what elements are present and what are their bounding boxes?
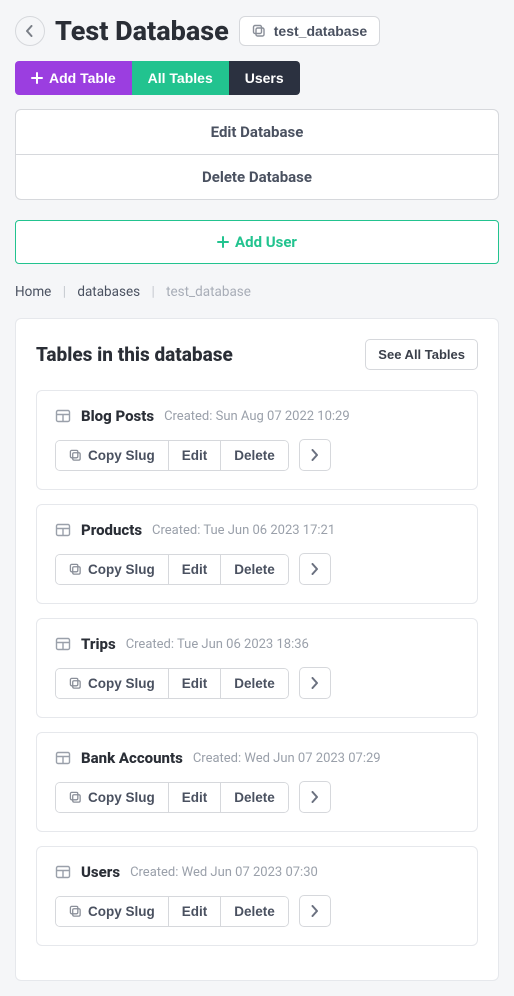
- chevron-left-icon: [25, 25, 35, 37]
- table-button-group: Copy Slug Edit Delete: [55, 440, 289, 471]
- tab-all-tables[interactable]: All Tables: [132, 61, 229, 95]
- delete-database-button[interactable]: Delete Database: [16, 155, 498, 199]
- edit-table-button[interactable]: Edit: [169, 669, 222, 698]
- table-created: Created: Tue Jun 06 2023 18:36: [126, 637, 309, 652]
- edit-label: Edit: [182, 448, 208, 463]
- table-name: Products: [81, 521, 142, 539]
- table-row: Trips Created: Tue Jun 06 2023 18:36 Cop…: [36, 618, 478, 718]
- copy-icon: [252, 24, 266, 38]
- tables-section-title: Tables in this database: [36, 343, 233, 366]
- table-icon: [55, 408, 71, 424]
- delete-table-button[interactable]: Delete: [221, 669, 288, 698]
- edit-label: Edit: [182, 790, 208, 805]
- open-table-button[interactable]: [299, 667, 331, 699]
- delete-label: Delete: [234, 562, 275, 577]
- tab-all-tables-label: All Tables: [148, 70, 213, 86]
- edit-database-button[interactable]: Edit Database: [16, 110, 498, 155]
- copy-slug-label: Copy Slug: [88, 676, 155, 691]
- edit-table-button[interactable]: Edit: [169, 555, 222, 584]
- chevron-right-icon: [311, 791, 319, 803]
- breadcrumb-home[interactable]: Home: [15, 284, 51, 300]
- plus-icon: [31, 72, 43, 84]
- table-created: Created: Wed Jun 07 2023 07:29: [193, 751, 381, 766]
- copy-slug-button[interactable]: Copy Slug: [56, 555, 169, 584]
- breadcrumb: Home | databases | test_database: [15, 284, 499, 300]
- delete-table-button[interactable]: Delete: [221, 783, 288, 812]
- database-slug-label: test_database: [274, 23, 367, 39]
- add-user-label: Add User: [235, 233, 297, 251]
- edit-label: Edit: [182, 676, 208, 691]
- table-created: Created: Tue Jun 06 2023 17:21: [152, 523, 335, 538]
- copy-database-slug-button[interactable]: test_database: [239, 16, 380, 46]
- breadcrumb-current: test_database: [166, 284, 251, 300]
- table-icon: [55, 522, 71, 538]
- table-row: Blog Posts Created: Sun Aug 07 2022 10:2…: [36, 390, 478, 490]
- add-user-button[interactable]: Add User: [15, 220, 499, 264]
- copy-slug-button[interactable]: Copy Slug: [56, 783, 169, 812]
- open-table-button[interactable]: [299, 553, 331, 585]
- table-icon: [55, 636, 71, 652]
- open-table-button[interactable]: [299, 895, 331, 927]
- tab-users-label: Users: [245, 70, 284, 86]
- copy-icon: [69, 677, 82, 690]
- chevron-right-icon: [311, 449, 319, 461]
- plus-icon: [217, 236, 229, 248]
- table-button-group: Copy Slug Edit Delete: [55, 668, 289, 699]
- copy-icon: [69, 449, 82, 462]
- table-name: Blog Posts: [81, 407, 154, 425]
- table-icon: [55, 750, 71, 766]
- page-title: Test Database: [55, 15, 229, 47]
- database-action-group: Edit Database Delete Database: [15, 109, 499, 200]
- copy-slug-button[interactable]: Copy Slug: [56, 441, 169, 470]
- copy-icon: [69, 905, 82, 918]
- table-row: Bank Accounts Created: Wed Jun 07 2023 0…: [36, 732, 478, 832]
- copy-icon: [69, 563, 82, 576]
- table-created: Created: Sun Aug 07 2022 10:29: [164, 409, 350, 424]
- delete-table-button[interactable]: Delete: [221, 441, 288, 470]
- open-table-button[interactable]: [299, 781, 331, 813]
- copy-slug-label: Copy Slug: [88, 448, 155, 463]
- edit-label: Edit: [182, 904, 208, 919]
- copy-slug-button[interactable]: Copy Slug: [56, 669, 169, 698]
- back-button[interactable]: [15, 16, 45, 46]
- table-button-group: Copy Slug Edit Delete: [55, 896, 289, 927]
- delete-label: Delete: [234, 676, 275, 691]
- open-table-button[interactable]: [299, 439, 331, 471]
- tab-bar: Add Table All Tables Users: [15, 61, 499, 95]
- breadcrumb-separator: |: [151, 284, 154, 300]
- add-table-button[interactable]: Add Table: [15, 61, 132, 95]
- table-icon: [55, 864, 71, 880]
- chevron-right-icon: [311, 563, 319, 575]
- copy-icon: [69, 791, 82, 804]
- chevron-right-icon: [311, 677, 319, 689]
- edit-table-button[interactable]: Edit: [169, 441, 222, 470]
- table-created: Created: Wed Jun 07 2023 07:30: [130, 865, 318, 880]
- delete-label: Delete: [234, 448, 275, 463]
- chevron-right-icon: [311, 905, 319, 917]
- copy-slug-label: Copy Slug: [88, 904, 155, 919]
- table-button-group: Copy Slug Edit Delete: [55, 782, 289, 813]
- breadcrumb-separator: |: [63, 284, 66, 300]
- delete-label: Delete: [234, 790, 275, 805]
- copy-slug-label: Copy Slug: [88, 790, 155, 805]
- delete-table-button[interactable]: Delete: [221, 897, 288, 926]
- tables-card: Tables in this database See All Tables B…: [15, 318, 499, 981]
- tab-users[interactable]: Users: [229, 61, 300, 95]
- add-table-label: Add Table: [49, 70, 116, 86]
- table-name: Users: [81, 863, 120, 881]
- breadcrumb-databases[interactable]: databases: [77, 284, 140, 300]
- table-row: Users Created: Wed Jun 07 2023 07:30 Cop…: [36, 846, 478, 946]
- delete-label: Delete: [234, 904, 275, 919]
- table-name: Bank Accounts: [81, 749, 183, 767]
- edit-table-button[interactable]: Edit: [169, 783, 222, 812]
- copy-slug-label: Copy Slug: [88, 562, 155, 577]
- edit-table-button[interactable]: Edit: [169, 897, 222, 926]
- delete-table-button[interactable]: Delete: [221, 555, 288, 584]
- table-button-group: Copy Slug Edit Delete: [55, 554, 289, 585]
- edit-label: Edit: [182, 562, 208, 577]
- copy-slug-button[interactable]: Copy Slug: [56, 897, 169, 926]
- table-row: Products Created: Tue Jun 06 2023 17:21 …: [36, 504, 478, 604]
- see-all-tables-button[interactable]: See All Tables: [365, 339, 478, 370]
- table-name: Trips: [81, 635, 116, 653]
